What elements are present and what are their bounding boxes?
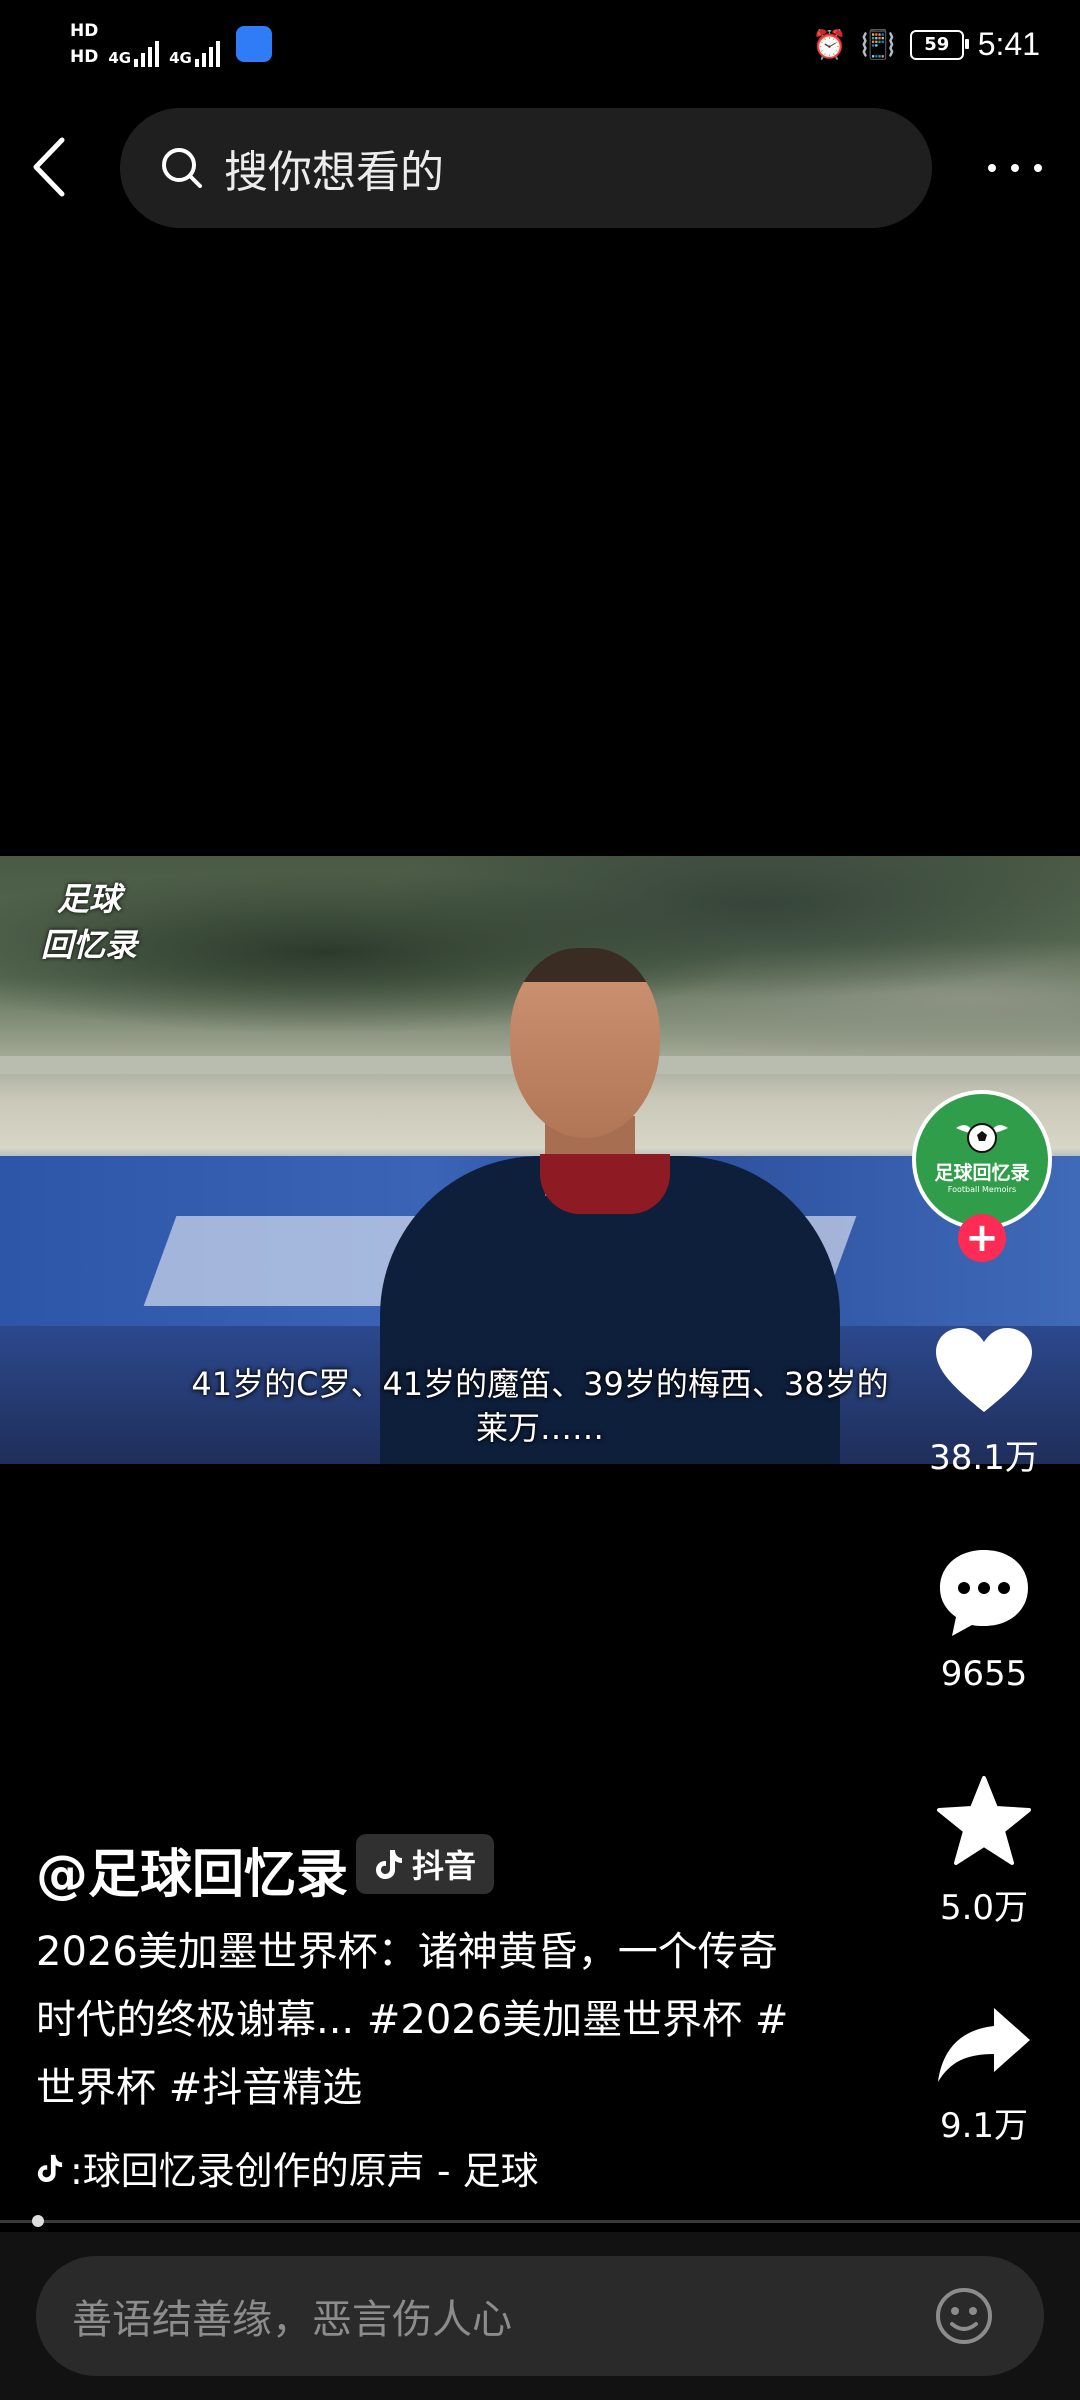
back-arrow-icon (33, 137, 65, 197)
like-count: 38.1万 (929, 1438, 1039, 1478)
back-button[interactable] (26, 132, 76, 202)
tiktok-logo-icon (376, 1850, 402, 1879)
app-notification-icon (235, 26, 272, 62)
share-arrow-icon (938, 2008, 1030, 2082)
tiktok-music-icon (37, 2154, 63, 2182)
share-button[interactable]: 9.1万 (906, 2006, 1062, 2147)
watermark-line2: 回忆录 (40, 926, 137, 964)
video-progress-bar[interactable] (0, 2220, 1080, 2223)
search-input[interactable]: 搜你想看的 (120, 108, 932, 228)
comment-button[interactable]: 9655 (906, 1546, 1062, 1694)
platform-tag[interactable]: 抖音 (356, 1834, 495, 1894)
player-figure (510, 948, 660, 1138)
soccer-ball-logo-icon (956, 1123, 1008, 1153)
star-icon (937, 1776, 1031, 1865)
search-icon (162, 148, 202, 188)
follow-button[interactable]: + (958, 1214, 1006, 1262)
status-bar: HD HD 4G 4G ⏰ 📳 59 5:41 (0, 0, 1080, 90)
creator-avatar[interactable]: 足球回忆录 Football Memoirs (912, 1090, 1052, 1230)
battery-level: 59 (924, 34, 950, 55)
sim2-signal: 4G (169, 21, 220, 67)
vibrate-icon: 📳 (860, 28, 896, 61)
signal-icon (194, 41, 220, 67)
comment-placeholder: 善语结善缘，恶言伤人心 (72, 2297, 512, 2343)
watermark-logo: 足球 回忆录 (24, 876, 154, 968)
dot-icon (1011, 164, 1019, 172)
progress-handle[interactable] (32, 2215, 44, 2227)
comment-input[interactable]: 善语结善缘，恶言伤人心 (36, 2256, 1044, 2376)
watermark-line1: 足球 (56, 880, 121, 918)
avatar-subtitle: Football Memoirs (947, 1185, 1017, 1194)
platform-tag-label: 抖音 (412, 1847, 477, 1885)
music-info[interactable]: :球回忆录创作的原声 - 足球 (36, 2140, 539, 2195)
sim1-signal: 4G (108, 21, 160, 67)
favorite-button[interactable]: 5.0万 (906, 1776, 1062, 1929)
music-title: :球回忆录创作的原声 - 足球 (70, 2149, 539, 2193)
more-options-button[interactable] (988, 150, 1042, 186)
sim1-label: 4G (108, 49, 132, 67)
clock: 5:41 (977, 26, 1040, 62)
dot-icon (1034, 164, 1042, 172)
signal-icon (134, 41, 160, 67)
plus-icon: + (965, 1215, 999, 1261)
emoji-icon[interactable] (934, 2286, 994, 2346)
heart-icon (936, 1328, 1032, 1412)
avatar-name: 足球回忆录 (934, 1162, 1030, 1184)
player-figure (540, 1154, 670, 1214)
sim2-label: 4G (169, 49, 192, 67)
battery-icon: 59 (909, 29, 969, 60)
like-button[interactable]: 38.1万 (906, 1326, 1062, 1479)
hd-indicator: HD HD (70, 18, 98, 70)
comment-count: 9655 (940, 1654, 1028, 1694)
comment-bubble-icon (940, 1550, 1028, 1636)
share-count: 9.1万 (939, 2106, 1029, 2146)
hd2-label: HD (70, 47, 99, 67)
dot-icon (988, 164, 996, 172)
alarm-icon: ⏰ (811, 28, 847, 61)
search-placeholder: 搜你想看的 (224, 147, 444, 198)
favorite-count: 5.0万 (939, 1888, 1029, 1928)
hd1-label: HD (70, 21, 99, 41)
author-name[interactable]: @足球回忆录 (36, 1832, 348, 1907)
post-description[interactable]: 2026美加墨世界杯：诸神黄昏，一个传奇时代的终极谢幕... #2026美加墨世… (36, 1918, 796, 2122)
